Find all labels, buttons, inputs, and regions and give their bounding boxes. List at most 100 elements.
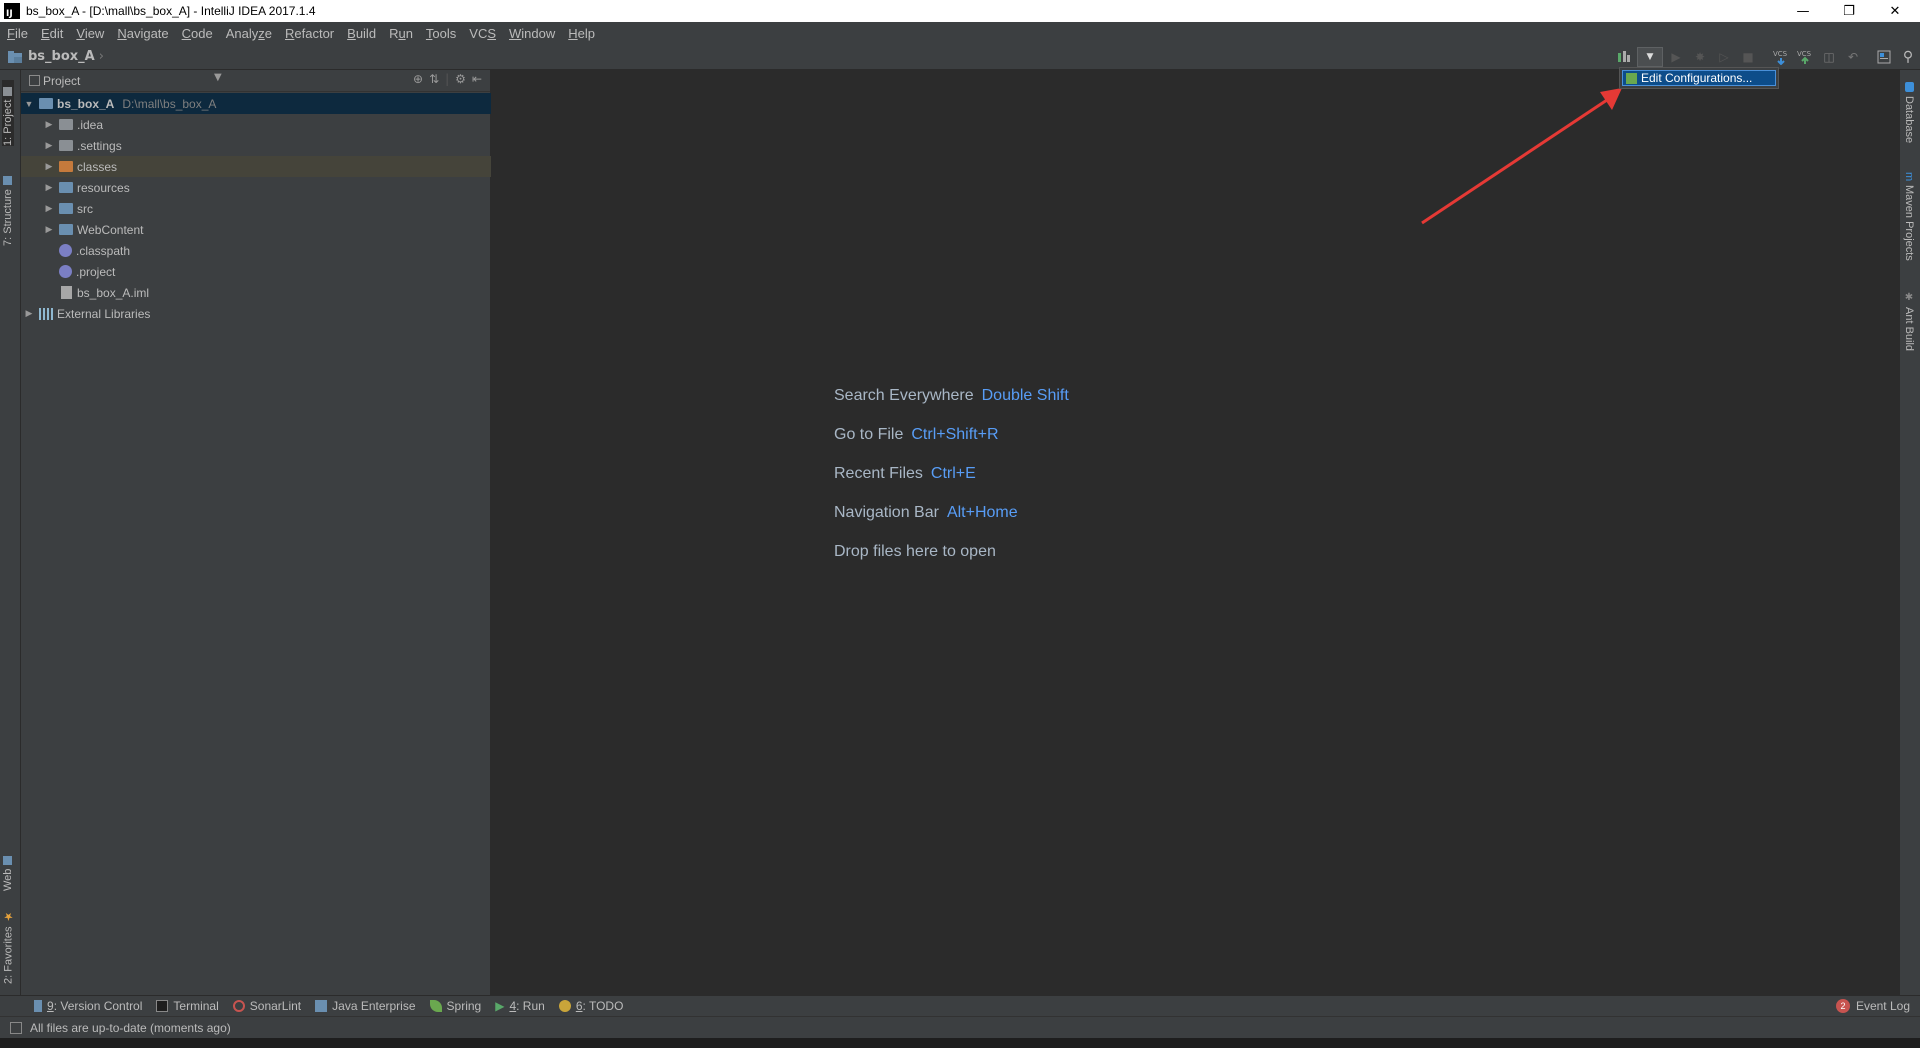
excluded-folder-icon <box>59 161 73 172</box>
tree-item-classes[interactable]: ▶ classes <box>21 156 491 177</box>
tab-spring[interactable]: Spring <box>429 999 481 1013</box>
scroll-from-source-icon[interactable]: ⊕ <box>413 72 423 86</box>
tree-item-src[interactable]: ▶ src <box>21 198 491 219</box>
module-file-icon <box>61 286 72 299</box>
coverage-button[interactable]: ▷ <box>1713 47 1735 67</box>
tab-run[interactable]: ▶ 4: Run <box>495 999 545 1013</box>
build-project-button[interactable] <box>1613 47 1635 67</box>
edit-configurations-item[interactable]: Edit Configurations... <box>1622 70 1776 86</box>
tree-item-idea[interactable]: ▶ .idea <box>21 114 491 135</box>
menu-navigate[interactable]: Navigate <box>110 26 174 41</box>
menu-tools[interactable]: Tools <box>419 26 462 41</box>
project-panel-header: Project ▼ ⊕ ⇅ | ⚙ ⇤ <box>21 70 490 92</box>
tab-project[interactable]: 1: Project <box>2 80 14 146</box>
chevron-down-icon: ▼ <box>1646 52 1654 62</box>
tab-structure[interactable]: 7: Structure <box>2 166 14 246</box>
run-icon: ▶ <box>1671 50 1681 64</box>
tab-java-enterprise[interactable]: Java Enterprise <box>315 999 416 1013</box>
editor-area[interactable]: Search Everywhere Double Shift Go to File… <box>491 70 1899 995</box>
event-log-button[interactable]: 2 Event Log <box>1835 995 1910 1016</box>
tab-ant-build[interactable]: ✱ Ant Build <box>1903 292 1915 372</box>
collapse-all-icon[interactable]: ⇅ <box>429 72 439 86</box>
menu-code[interactable]: Code <box>175 26 219 41</box>
hint-drop-files: Drop files here to open <box>834 543 996 560</box>
hint-go-to-file: Go to File Ctrl+Shift+R <box>834 426 999 443</box>
view-selector-chevron-icon[interactable]: ▼ <box>214 72 222 83</box>
star-icon: ★ <box>3 909 15 923</box>
project-view-icon <box>29 75 40 86</box>
status-message: All files are up-to-date (moments ago) <box>30 1020 231 1035</box>
tab-sonarlint[interactable]: SonarLint <box>232 999 301 1013</box>
annotation-arrow <box>1421 88 1622 225</box>
menu-build[interactable]: Build <box>340 26 382 41</box>
menu-edit[interactable]: Edit <box>34 26 69 41</box>
collapsed-arrow-icon[interactable]: ▶ <box>43 203 55 214</box>
debug-button[interactable]: ✸ <box>1689 47 1711 67</box>
status-bar: All files are up-to-date (moments ago) <box>0 1016 1920 1038</box>
bottom-tool-strip: 9: Version Control Terminal SonarLint Ja… <box>0 995 1920 1016</box>
tree-item-webcontent[interactable]: ▶ WebContent <box>21 219 491 240</box>
restore-button[interactable]: ❐ <box>1826 0 1872 22</box>
collapsed-arrow-icon[interactable]: ▶ <box>43 182 55 193</box>
vcs-compare-button[interactable]: ◫ <box>1818 47 1840 67</box>
collapsed-arrow-icon[interactable]: ▶ <box>43 140 55 151</box>
search-everywhere-button[interactable]: ⚲ <box>1897 47 1919 67</box>
toggle-tool-windows-icon[interactable] <box>10 1021 22 1034</box>
minimize-button[interactable]: — <box>1780 0 1826 22</box>
tree-item-external-libraries[interactable]: ▶ External Libraries <box>21 303 491 324</box>
menu-bar: File Edit View Navigate Code Analyze Ref… <box>0 22 1920 44</box>
collapsed-arrow-icon[interactable]: ▶ <box>43 119 55 130</box>
expanded-arrow-icon[interactable]: ▼ <box>23 99 35 109</box>
menu-run[interactable]: Run <box>382 26 419 41</box>
terminal-icon <box>156 1000 169 1012</box>
project-structure-icon <box>1877 50 1891 64</box>
tab-maven-projects[interactable]: m Maven Projects <box>1903 172 1915 292</box>
search-icon: ⚲ <box>1902 49 1914 65</box>
tree-item-resources[interactable]: ▶ resources <box>21 177 491 198</box>
breadcrumb-project[interactable]: bs_box_A › <box>8 49 104 64</box>
collapsed-arrow-icon[interactable]: ▶ <box>43 224 55 235</box>
library-icon <box>39 307 53 320</box>
project-structure-button[interactable] <box>1873 47 1895 67</box>
maven-icon: m <box>1903 172 1915 182</box>
tab-todo[interactable]: 6: TODO <box>558 999 623 1013</box>
run-button[interactable]: ▶ <box>1665 47 1687 67</box>
hint-recent-files: Recent Files Ctrl+E <box>834 465 976 482</box>
tab-terminal[interactable]: Terminal <box>156 999 219 1013</box>
stop-button[interactable]: ■ <box>1737 47 1759 67</box>
revert-button[interactable]: ↶ <box>1842 47 1864 67</box>
tab-web[interactable]: Web <box>2 845 14 891</box>
tree-item-project[interactable]: .project <box>21 261 491 282</box>
revert-icon: ↶ <box>1847 50 1859 64</box>
menu-vcs[interactable]: VCS <box>462 26 502 41</box>
close-button[interactable]: ✕ <box>1872 0 1918 22</box>
menu-analyze[interactable]: Analyze <box>219 26 278 41</box>
tab-favorites[interactable]: 2: Favorites ★ <box>2 904 16 984</box>
xml-file-icon <box>59 244 72 257</box>
tree-item-settings[interactable]: ▶ .settings <box>21 135 491 156</box>
menu-window[interactable]: Window <box>502 26 561 41</box>
menu-view[interactable]: View <box>69 26 110 41</box>
tree-item-iml[interactable]: bs_box_A.iml <box>21 282 491 303</box>
separator: | <box>445 72 450 86</box>
tab-version-control[interactable]: 9: Version Control <box>34 999 142 1013</box>
hide-panel-icon[interactable]: ⇤ <box>472 72 482 86</box>
title-bar: IJ bs_box_A - [D:\mall\bs_box_A] - Intel… <box>0 0 1920 22</box>
menu-help[interactable]: Help <box>561 26 601 41</box>
gear-icon[interactable]: ⚙ <box>455 72 466 86</box>
window-title: bs_box_A - [D:\mall\bs_box_A] - IntelliJ… <box>26 4 316 18</box>
run-configuration-dropdown[interactable]: ▼ <box>1637 47 1663 67</box>
collapsed-arrow-icon[interactable]: ▶ <box>23 308 35 319</box>
project-view-title[interactable]: Project <box>43 74 80 88</box>
tree-root[interactable]: ▼ bs_box_A D:\mall\bs_box_A <box>21 93 491 114</box>
arrow-shaft <box>1421 96 1611 225</box>
debug-icon: ✸ <box>1694 50 1706 64</box>
tree-item-classpath[interactable]: .classpath <box>21 240 491 261</box>
collapsed-arrow-icon[interactable]: ▶ <box>43 161 55 172</box>
tab-database[interactable]: Database <box>1903 82 1915 162</box>
run-config-popup: Edit Configurations... <box>1619 67 1779 89</box>
vcs-commit-button[interactable]: VCS <box>1794 47 1816 67</box>
menu-file[interactable]: File <box>0 26 34 41</box>
menu-refactor[interactable]: Refactor <box>278 26 340 41</box>
vcs-update-button[interactable]: VCS <box>1770 47 1792 67</box>
